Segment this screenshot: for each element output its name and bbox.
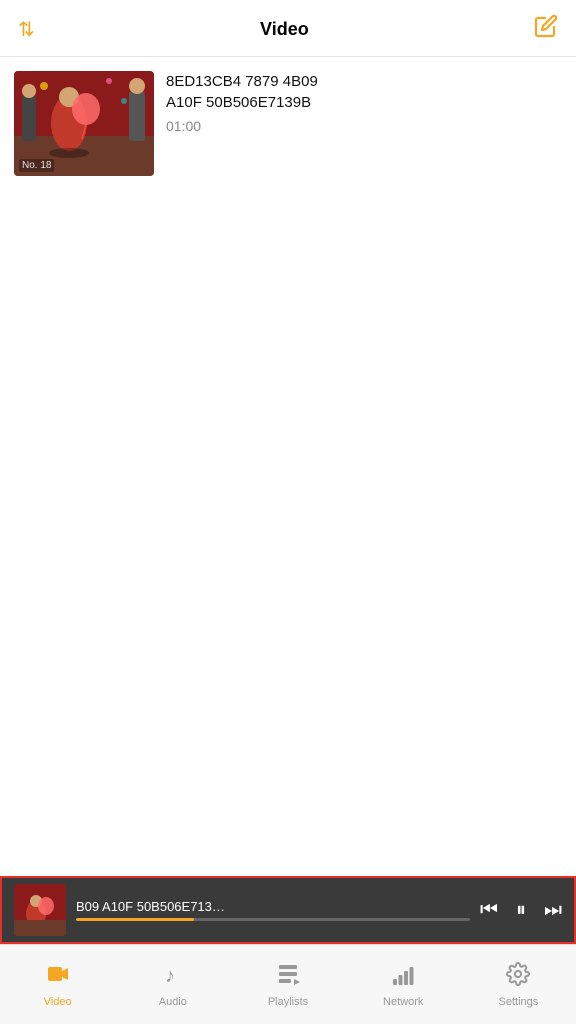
video-title: 8ED13CB4 7879 4B09A10F 50B506E7139B bbox=[166, 71, 562, 113]
edit-icon[interactable] bbox=[534, 14, 558, 44]
video-nav-icon bbox=[46, 962, 70, 992]
audio-nav-icon: ♪ ♪ bbox=[161, 962, 185, 992]
nav-label-playlists: Playlists bbox=[268, 996, 308, 1008]
app-header: ⇅ Video bbox=[0, 0, 576, 57]
thumbnail-watermark: No. 18 bbox=[19, 159, 54, 172]
mini-player-progress-bar[interactable] bbox=[76, 918, 470, 921]
mini-player-controls: ⏮ ⏸ ⏭ bbox=[480, 899, 562, 922]
settings-nav-icon bbox=[506, 962, 530, 992]
video-item-info: 8ED13CB4 7879 4B09A10F 50B506E7139B 01:0… bbox=[166, 71, 562, 134]
network-nav-icon bbox=[391, 962, 415, 992]
mini-player-progress-fill bbox=[76, 918, 194, 921]
nav-label-audio: Audio bbox=[159, 996, 187, 1008]
nav-item-network[interactable]: Network bbox=[346, 945, 461, 1024]
mini-player-thumbnail bbox=[14, 884, 66, 936]
pause-button[interactable]: ⏸ bbox=[516, 899, 526, 922]
nav-label-video: Video bbox=[44, 996, 72, 1008]
svg-text:♪: ♪ bbox=[165, 965, 175, 986]
nav-item-settings[interactable]: Settings bbox=[461, 945, 576, 1024]
previous-button[interactable]: ⏮ bbox=[480, 899, 498, 922]
nav-item-audio[interactable]: ♪ ♪ Audio bbox=[115, 945, 230, 1024]
nav-label-network: Network bbox=[383, 996, 423, 1008]
video-list-content: No. 18 8ED13CB4 7879 4B09A10F 50B506E713… bbox=[0, 57, 576, 876]
mini-player-title: B09 A10F 50B506E713… bbox=[76, 899, 470, 914]
video-thumbnail: No. 18 bbox=[14, 71, 154, 176]
playlists-nav-icon bbox=[276, 962, 300, 992]
nav-item-video[interactable]: Video bbox=[0, 945, 115, 1024]
nav-item-playlists[interactable]: Playlists bbox=[230, 945, 345, 1024]
mini-player-info: B09 A10F 50B506E713… bbox=[76, 899, 470, 921]
video-list-item[interactable]: No. 18 8ED13CB4 7879 4B09A10F 50B506E713… bbox=[14, 71, 562, 176]
video-duration: 01:00 bbox=[166, 118, 562, 134]
nav-label-settings: Settings bbox=[499, 996, 539, 1008]
next-button[interactable]: ⏭ bbox=[544, 899, 562, 922]
page-title: Video bbox=[260, 19, 309, 40]
bottom-navigation: Video ♪ ♪ Audio Playlists bbox=[0, 944, 576, 1024]
sort-icon[interactable]: ⇅ bbox=[18, 16, 35, 42]
mini-player[interactable]: B09 A10F 50B506E713… ⏮ ⏸ ⏭ bbox=[0, 876, 576, 944]
